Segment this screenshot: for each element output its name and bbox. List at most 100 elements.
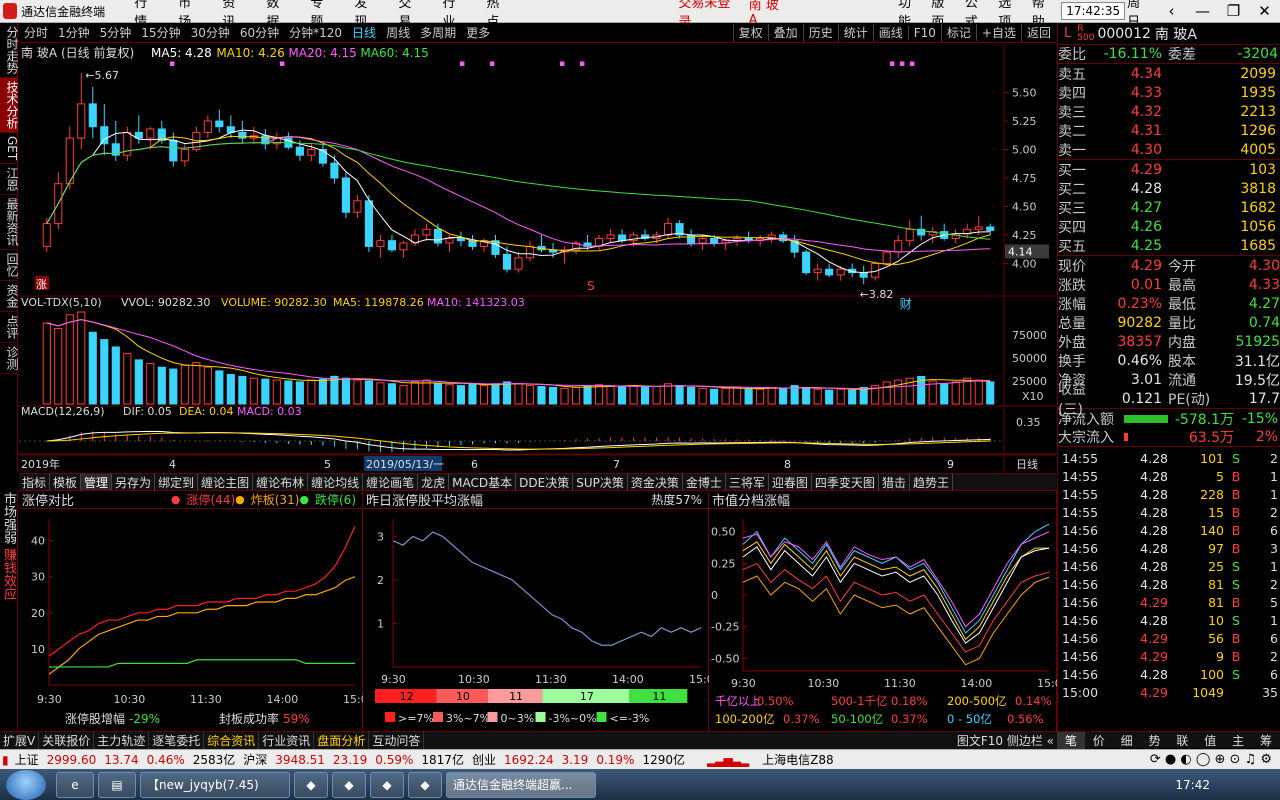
quote-tab[interactable]: 细 (1113, 732, 1141, 749)
ticker-tool-icons[interactable]: ⟳ ● ◐ ◯ ⊕ ⊙ ♫ ⚙ (1146, 752, 1280, 767)
period-tab[interactable]: 日线 (347, 24, 381, 41)
left-nav-item[interactable]: GET (0, 133, 19, 165)
left-nav-item[interactable]: 江恩 (0, 164, 19, 196)
indicator-tab[interactable]: 缠论主图 (198, 473, 254, 491)
period-tab[interactable]: 5分钟 (95, 24, 137, 41)
period-tab[interactable]: 分时 (19, 24, 53, 41)
order-row[interactable]: 买三 4.27 1682 (1058, 198, 1280, 217)
period-tab[interactable]: 多周期 (415, 24, 461, 41)
indicator-tab[interactable]: 资金决策 (628, 473, 683, 491)
chart-tool-button[interactable]: +自选 (975, 24, 1021, 41)
back-icon[interactable]: ‹ (1156, 2, 1187, 20)
order-row[interactable]: 买一 4.29 103 (1058, 160, 1280, 179)
function-tab[interactable]: 逐笔委托 (149, 732, 205, 749)
quote-tab[interactable]: 筹 (1252, 732, 1280, 749)
quote-tab[interactable]: 笔 (1057, 731, 1085, 749)
period-tab[interactable]: 15分钟 (136, 24, 185, 41)
hs-label[interactable]: 沪深 (239, 751, 271, 768)
indicator-tab[interactable]: 缠论画笔 (363, 473, 419, 491)
left-nav-item[interactable]: 资金 (0, 281, 19, 313)
quote-tab[interactable]: 主 (1224, 732, 1252, 749)
left-nav-item[interactable]: 点评 (0, 312, 19, 344)
quote-tab[interactable]: 值 (1196, 732, 1224, 749)
order-row[interactable]: 卖二 4.31 1296 (1058, 121, 1280, 140)
function-tab[interactable]: 互动问答 (369, 732, 425, 749)
indicator-tab[interactable]: 管理 (81, 473, 113, 491)
chart-tool-button[interactable]: 返回 (1020, 24, 1056, 41)
indicator-tab[interactable]: 绑定到 (155, 473, 199, 491)
left-nav-item[interactable]: 回忆 (0, 250, 19, 282)
r-mark[interactable]: R 500 (1077, 24, 1094, 43)
function-tab[interactable]: 主力轨迹 (94, 732, 150, 749)
chart-tool-button[interactable]: F10 (907, 25, 941, 40)
quote-tab[interactable]: 联 (1169, 732, 1197, 749)
taskbar-app2-icon[interactable]: ◆ (332, 771, 366, 798)
period-tab[interactable]: 更多 (461, 24, 495, 41)
order-row[interactable]: 买五 4.25 1685 (1058, 236, 1280, 255)
function-tab[interactable]: 行业资讯 (259, 732, 315, 749)
chart-tool-button[interactable]: 画线 (872, 24, 908, 41)
quote-tab[interactable]: 势 (1141, 732, 1169, 749)
function-tab[interactable]: 综合资讯 (204, 732, 260, 749)
function-tab[interactable]: 关联报价 (39, 732, 95, 749)
kline-chart[interactable]: 南 玻A (日线 前复权) MA5: 4.28 MA10: 4.26 MA20: 4.1… (19, 44, 1056, 473)
chart-tool-button[interactable]: 叠加 (767, 24, 803, 41)
close-icon[interactable]: ✕ (1249, 2, 1280, 20)
order-row[interactable]: 买四 4.26 1056 (1058, 217, 1280, 236)
indicator-tab[interactable]: 猎击 (879, 473, 910, 491)
indicator-tab[interactable]: 龙虎 (418, 473, 450, 491)
taskbar-app3-icon[interactable]: ◆ (370, 771, 404, 798)
indicator-tab[interactable]: 三将军 (726, 473, 769, 491)
left-nav-item[interactable]: 技术分析 (0, 78, 19, 133)
left-nav-item[interactable]: 最新资讯 (0, 195, 19, 251)
order-row[interactable]: 卖三 4.32 2213 (1058, 102, 1280, 121)
taskbar-folder-window[interactable]: 【new_jyqyb(7.45) (140, 771, 290, 798)
chart-tool-button[interactable]: 标记 (940, 24, 976, 41)
chart-tool-button[interactable]: 统计 (837, 24, 873, 41)
indicator-tab[interactable]: MACD基本 (449, 473, 517, 491)
order-row[interactable]: 卖五 4.34 2099 (1058, 64, 1280, 83)
period-tab[interactable]: 60分钟 (235, 24, 284, 41)
ticker-news[interactable]: 上海电信Z88 (758, 751, 838, 768)
quote-tab[interactable]: 价 (1085, 732, 1113, 749)
s-badge[interactable]: S (587, 279, 595, 293)
sh-label[interactable]: 上证 (11, 751, 43, 768)
indicator-tab[interactable]: 模板 (50, 473, 82, 491)
function-tab[interactable]: 扩展V (0, 732, 40, 749)
indicator-tab[interactable]: 指标 (19, 473, 51, 491)
side-label[interactable]: 赚钱效应 (0, 546, 18, 602)
period-tab[interactable]: 分钟*120 (284, 24, 347, 41)
chart-tool-button[interactable]: 历史 (802, 24, 838, 41)
taskbar-ie-icon[interactable]: e (56, 771, 94, 798)
cy-label[interactable]: 创业 (468, 751, 500, 768)
indicator-tab[interactable]: 缠论均线 (308, 473, 364, 491)
l-mark[interactable]: L (1064, 26, 1071, 41)
start-button-icon[interactable] (6, 769, 46, 800)
financial-badge[interactable]: 财 (900, 297, 912, 311)
taskbar-tdx-window[interactable]: 通达信金融终端超赢... (446, 771, 596, 798)
taskbar-app-icon[interactable]: ◆ (294, 771, 328, 798)
period-tab[interactable]: 30分钟 (186, 24, 235, 41)
indicator-tab[interactable]: 趋势王 (910, 473, 953, 491)
indicator-tab[interactable]: SUP决策 (573, 473, 628, 491)
indicator-tab[interactable]: 迎春图 (769, 473, 812, 491)
function-tab[interactable]: 盘面分析 (314, 732, 370, 749)
zhang-badge[interactable]: 涨 (36, 278, 47, 291)
indicator-tab[interactable]: 金博士 (683, 473, 726, 491)
left-nav-item[interactable]: 分时走势 (0, 23, 19, 78)
period-tab[interactable]: 周线 (381, 24, 415, 41)
order-row[interactable]: 卖一 4.30 4005 (1058, 140, 1280, 159)
chart-tool-button[interactable]: 复权 (732, 24, 768, 41)
indicator-tab[interactable]: 另存为 (112, 473, 156, 491)
tick-list[interactable]: 14:55 4.28 101 S 2 14:55 4.28 5 B 1 14:55 4.28 228 B 1… (1058, 447, 1280, 701)
indicator-tab[interactable]: 缠论布林 (253, 473, 309, 491)
maximize-icon[interactable]: ❐ (1218, 2, 1249, 20)
indicator-tab[interactable]: 四季变天图 (812, 473, 879, 491)
taskbar-app4-icon[interactable]: ◆ (408, 771, 442, 798)
indicator-tab[interactable]: DDE决策 (516, 473, 574, 491)
minimize-icon[interactable]: — (1187, 2, 1218, 20)
order-row[interactable]: 卖四 4.33 1935 (1058, 83, 1280, 102)
left-nav-item[interactable]: 诊测 (0, 343, 19, 375)
f10-sidebar-button[interactable]: 图文F10 侧边栏 « (954, 732, 1057, 749)
side-label[interactable]: 市场强弱 (0, 490, 18, 546)
